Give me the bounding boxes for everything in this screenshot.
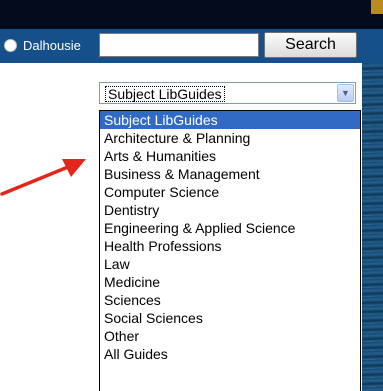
option-other[interactable]: Other xyxy=(100,327,360,345)
red-arrow-icon xyxy=(0,159,86,196)
top-banner xyxy=(0,0,383,29)
option-dentistry[interactable]: Dentistry xyxy=(100,201,360,219)
option-engineering-applied-science[interactable]: Engineering & Applied Science xyxy=(100,219,360,237)
option-all-guides[interactable]: All Guides xyxy=(100,345,360,363)
dalhousie-radio[interactable] xyxy=(4,39,17,52)
option-health-professions[interactable]: Health Professions xyxy=(100,237,360,255)
option-arts-humanities[interactable]: Arts & Humanities xyxy=(100,147,360,165)
option-business-management[interactable]: Business & Management xyxy=(100,165,360,183)
background-image-strip xyxy=(362,63,383,391)
chevron-down-icon[interactable]: ▼ xyxy=(337,84,354,102)
dalhousie-radio-label: Dalhousie xyxy=(23,38,81,53)
subject-select[interactable]: Subject LibGuides ▼ xyxy=(99,82,356,104)
option-subject-libguides[interactable]: Subject LibGuides xyxy=(100,111,360,129)
option-law[interactable]: Law xyxy=(100,255,360,273)
option-medicine[interactable]: Medicine xyxy=(100,273,360,291)
select-current-value: Subject LibGuides xyxy=(105,86,225,102)
option-architecture-planning[interactable]: Architecture & Planning xyxy=(100,129,360,147)
search-button[interactable]: Search xyxy=(264,32,357,58)
search-bar: Dalhousie Search xyxy=(0,29,383,63)
subject-dropdown-list: Subject LibGuides Architecture & Plannin… xyxy=(99,110,361,391)
option-social-sciences[interactable]: Social Sciences xyxy=(100,309,360,327)
search-input[interactable] xyxy=(99,33,259,57)
banner-accent xyxy=(371,0,383,14)
option-computer-science[interactable]: Computer Science xyxy=(100,183,360,201)
option-sciences[interactable]: Sciences xyxy=(100,291,360,309)
